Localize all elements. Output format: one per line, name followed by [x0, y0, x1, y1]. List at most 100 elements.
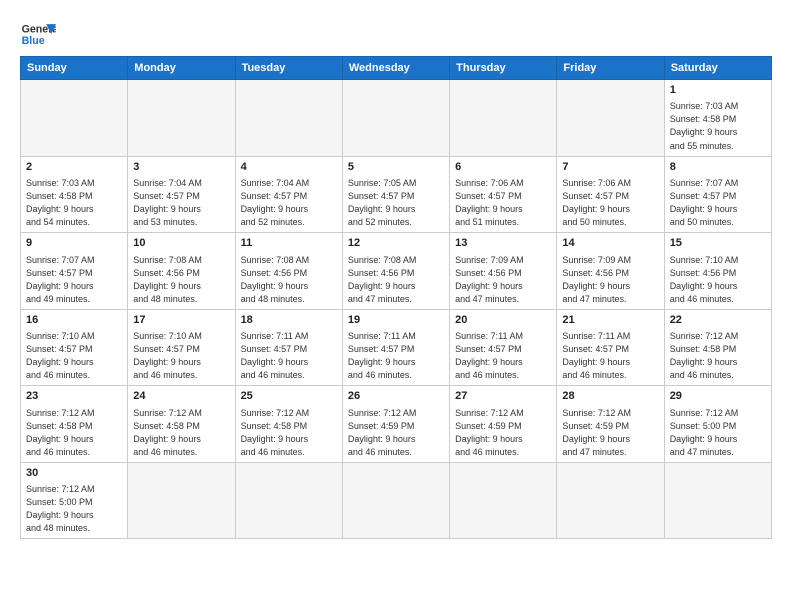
weekday-header-monday: Monday	[128, 57, 235, 80]
weekday-header-thursday: Thursday	[450, 57, 557, 80]
calendar-day-cell	[128, 462, 235, 539]
calendar-table: SundayMondayTuesdayWednesdayThursdayFrid…	[20, 56, 772, 539]
day-number: 30	[26, 466, 122, 481]
weekday-header-tuesday: Tuesday	[235, 57, 342, 80]
day-number: 27	[455, 389, 551, 404]
day-number: 6	[455, 160, 551, 175]
svg-text:Blue: Blue	[22, 35, 45, 47]
day-number: 26	[348, 389, 444, 404]
day-info: Sunrise: 7:10 AM Sunset: 4:56 PM Dayligh…	[670, 254, 766, 306]
calendar-day-cell: 6 Sunrise: 7:06 AM Sunset: 4:57 PM Daylig…	[450, 156, 557, 233]
day-info: Sunrise: 7:06 AM Sunset: 4:57 PM Dayligh…	[455, 177, 551, 229]
day-number: 17	[133, 313, 229, 328]
day-info: Sunrise: 7:06 AM Sunset: 4:57 PM Dayligh…	[562, 177, 658, 229]
calendar-day-cell: 10 Sunrise: 7:08 AM Sunset: 4:56 PM Dayli…	[128, 233, 235, 310]
calendar-day-cell	[664, 462, 771, 539]
day-info: Sunrise: 7:04 AM Sunset: 4:57 PM Dayligh…	[241, 177, 337, 229]
calendar-day-cell	[342, 80, 449, 157]
day-number: 22	[670, 313, 766, 328]
day-number: 23	[26, 389, 122, 404]
calendar-day-cell: 29Sunrise: 7:12 AM Sunset: 5:00 PM Dayli…	[664, 386, 771, 463]
day-info: Sunrise: 7:08 AM Sunset: 4:56 PM Dayligh…	[241, 254, 337, 306]
day-info: Sunrise: 7:12 AM Sunset: 4:58 PM Dayligh…	[26, 407, 122, 459]
calendar-day-cell	[450, 462, 557, 539]
calendar-week-row: 30Sunrise: 7:12 AM Sunset: 5:00 PM Dayli…	[21, 462, 772, 539]
calendar-day-cell: 16 Sunrise: 7:10 AM Sunset: 4:57 PM Dayli…	[21, 309, 128, 386]
calendar-day-cell: 26 Sunrise: 7:12 AM Sunset: 4:59 PM Dayli…	[342, 386, 449, 463]
day-number: 24	[133, 389, 229, 404]
calendar-day-cell: 30Sunrise: 7:12 AM Sunset: 5:00 PM Dayli…	[21, 462, 128, 539]
day-number: 2	[26, 160, 122, 175]
day-info: Sunrise: 7:11 AM Sunset: 4:57 PM Dayligh…	[348, 330, 444, 382]
calendar-day-cell	[235, 80, 342, 157]
weekday-header-sunday: Sunday	[21, 57, 128, 80]
day-info: Sunrise: 7:10 AM Sunset: 4:57 PM Dayligh…	[26, 330, 122, 382]
day-number: 4	[241, 160, 337, 175]
day-number: 8	[670, 160, 766, 175]
day-info: Sunrise: 7:07 AM Sunset: 4:57 PM Dayligh…	[670, 177, 766, 229]
calendar-day-cell	[128, 80, 235, 157]
calendar-day-cell: 25 Sunrise: 7:12 AM Sunset: 4:58 PM Dayli…	[235, 386, 342, 463]
calendar-day-cell	[342, 462, 449, 539]
calendar-day-cell: 28Sunrise: 7:12 AM Sunset: 4:59 PM Dayli…	[557, 386, 664, 463]
day-info: Sunrise: 7:12 AM Sunset: 5:00 PM Dayligh…	[670, 407, 766, 459]
day-number: 19	[348, 313, 444, 328]
calendar-week-row: 16 Sunrise: 7:10 AM Sunset: 4:57 PM Dayli…	[21, 309, 772, 386]
day-info: Sunrise: 7:12 AM Sunset: 4:59 PM Dayligh…	[455, 407, 551, 459]
day-info: Sunrise: 7:12 AM Sunset: 4:58 PM Dayligh…	[241, 407, 337, 459]
calendar-week-row: 2Sunrise: 7:03 AM Sunset: 4:58 PM Daylig…	[21, 156, 772, 233]
day-number: 14	[562, 236, 658, 251]
calendar-day-cell: 9 Sunrise: 7:07 AM Sunset: 4:57 PM Daylig…	[21, 233, 128, 310]
calendar-day-cell: 12Sunrise: 7:08 AM Sunset: 4:56 PM Dayli…	[342, 233, 449, 310]
day-info: Sunrise: 7:09 AM Sunset: 4:56 PM Dayligh…	[455, 254, 551, 306]
calendar-week-row: 1Sunrise: 7:03 AM Sunset: 4:58 PM Daylig…	[21, 80, 772, 157]
day-info: Sunrise: 7:12 AM Sunset: 4:59 PM Dayligh…	[348, 407, 444, 459]
calendar-day-cell: 23 Sunrise: 7:12 AM Sunset: 4:58 PM Dayli…	[21, 386, 128, 463]
day-info: Sunrise: 7:12 AM Sunset: 4:59 PM Dayligh…	[562, 407, 658, 459]
calendar-day-cell: 14Sunrise: 7:09 AM Sunset: 4:56 PM Dayli…	[557, 233, 664, 310]
day-info: Sunrise: 7:04 AM Sunset: 4:57 PM Dayligh…	[133, 177, 229, 229]
calendar-day-cell: 5Sunrise: 7:05 AM Sunset: 4:57 PM Daylig…	[342, 156, 449, 233]
calendar-day-cell: 27 Sunrise: 7:12 AM Sunset: 4:59 PM Dayli…	[450, 386, 557, 463]
weekday-header-friday: Friday	[557, 57, 664, 80]
day-number: 12	[348, 236, 444, 251]
day-info: Sunrise: 7:03 AM Sunset: 4:58 PM Dayligh…	[670, 100, 766, 152]
calendar-day-cell	[557, 80, 664, 157]
calendar-day-cell: 13 Sunrise: 7:09 AM Sunset: 4:56 PM Dayli…	[450, 233, 557, 310]
day-number: 21	[562, 313, 658, 328]
calendar-day-cell: 21Sunrise: 7:11 AM Sunset: 4:57 PM Dayli…	[557, 309, 664, 386]
calendar-day-cell: 19 Sunrise: 7:11 AM Sunset: 4:57 PM Dayli…	[342, 309, 449, 386]
day-info: Sunrise: 7:08 AM Sunset: 4:56 PM Dayligh…	[133, 254, 229, 306]
day-number: 16	[26, 313, 122, 328]
day-number: 25	[241, 389, 337, 404]
page-header: General Blue	[20, 16, 772, 52]
calendar-day-cell: 24Sunrise: 7:12 AM Sunset: 4:58 PM Dayli…	[128, 386, 235, 463]
calendar-day-cell: 11Sunrise: 7:08 AM Sunset: 4:56 PM Dayli…	[235, 233, 342, 310]
day-number: 18	[241, 313, 337, 328]
calendar-day-cell	[235, 462, 342, 539]
calendar-day-cell: 15 Sunrise: 7:10 AM Sunset: 4:56 PM Dayli…	[664, 233, 771, 310]
calendar-day-cell: 7 Sunrise: 7:06 AM Sunset: 4:57 PM Daylig…	[557, 156, 664, 233]
day-number: 15	[670, 236, 766, 251]
calendar-day-cell: 4 Sunrise: 7:04 AM Sunset: 4:57 PM Daylig…	[235, 156, 342, 233]
calendar-day-cell	[21, 80, 128, 157]
day-number: 7	[562, 160, 658, 175]
calendar-day-cell: 8 Sunrise: 7:07 AM Sunset: 4:57 PM Daylig…	[664, 156, 771, 233]
calendar-day-cell: 18 Sunrise: 7:11 AM Sunset: 4:57 PM Dayli…	[235, 309, 342, 386]
day-number: 10	[133, 236, 229, 251]
day-number: 9	[26, 236, 122, 251]
calendar-day-cell: 22Sunrise: 7:12 AM Sunset: 4:58 PM Dayli…	[664, 309, 771, 386]
calendar-header-row: SundayMondayTuesdayWednesdayThursdayFrid…	[21, 57, 772, 80]
day-info: Sunrise: 7:07 AM Sunset: 4:57 PM Dayligh…	[26, 254, 122, 306]
calendar-week-row: 23 Sunrise: 7:12 AM Sunset: 4:58 PM Dayli…	[21, 386, 772, 463]
weekday-header-saturday: Saturday	[664, 57, 771, 80]
calendar-day-cell: 3Sunrise: 7:04 AM Sunset: 4:57 PM Daylig…	[128, 156, 235, 233]
calendar-day-cell: 17Sunrise: 7:10 AM Sunset: 4:57 PM Dayli…	[128, 309, 235, 386]
calendar-day-cell	[450, 80, 557, 157]
day-info: Sunrise: 7:11 AM Sunset: 4:57 PM Dayligh…	[241, 330, 337, 382]
calendar-day-cell: 20Sunrise: 7:11 AM Sunset: 4:57 PM Dayli…	[450, 309, 557, 386]
weekday-header-wednesday: Wednesday	[342, 57, 449, 80]
day-number: 13	[455, 236, 551, 251]
day-info: Sunrise: 7:05 AM Sunset: 4:57 PM Dayligh…	[348, 177, 444, 229]
generalblue-logo-icon: General Blue	[20, 16, 56, 52]
